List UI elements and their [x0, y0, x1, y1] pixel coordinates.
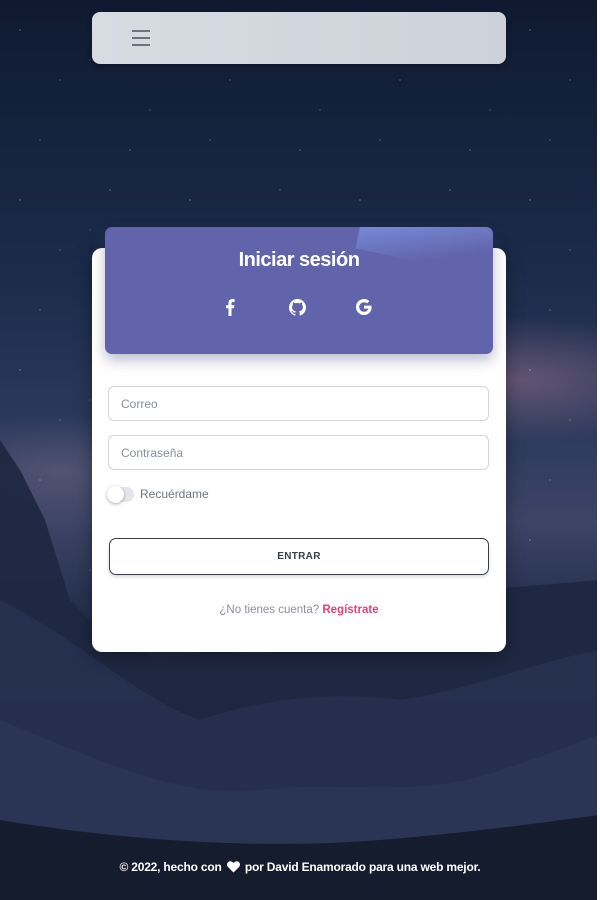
login-title: Iniciar sesión [238, 249, 360, 271]
toggle-knob [107, 486, 124, 503]
google-icon[interactable] [353, 296, 375, 318]
password-field[interactable] [108, 435, 489, 470]
email-field[interactable] [108, 386, 489, 421]
no-account-text: ¿No tienes cuenta? [219, 604, 320, 616]
facebook-icon[interactable] [219, 296, 241, 318]
remember-me-toggle[interactable] [107, 486, 134, 503]
heart-icon [226, 861, 240, 876]
footer-credits: © 2022, hecho con por David Enamorado pa… [0, 860, 600, 876]
footer-prefix: © 2022, hecho con [119, 860, 222, 874]
remember-me-label: Recuérdame [140, 487, 209, 501]
login-card-header: Iniciar sesión [105, 227, 493, 354]
top-navbar [92, 12, 506, 64]
register-prompt: ¿No tienes cuenta? Regístrate [92, 604, 506, 616]
register-link[interactable]: Regístrate [322, 604, 378, 616]
footer-suffix: por David Enamorado para una web mejor. [244, 860, 481, 874]
github-icon[interactable] [286, 296, 308, 318]
hamburger-menu-icon[interactable] [130, 28, 152, 48]
submit-button[interactable]: ENTRAR [109, 538, 489, 575]
